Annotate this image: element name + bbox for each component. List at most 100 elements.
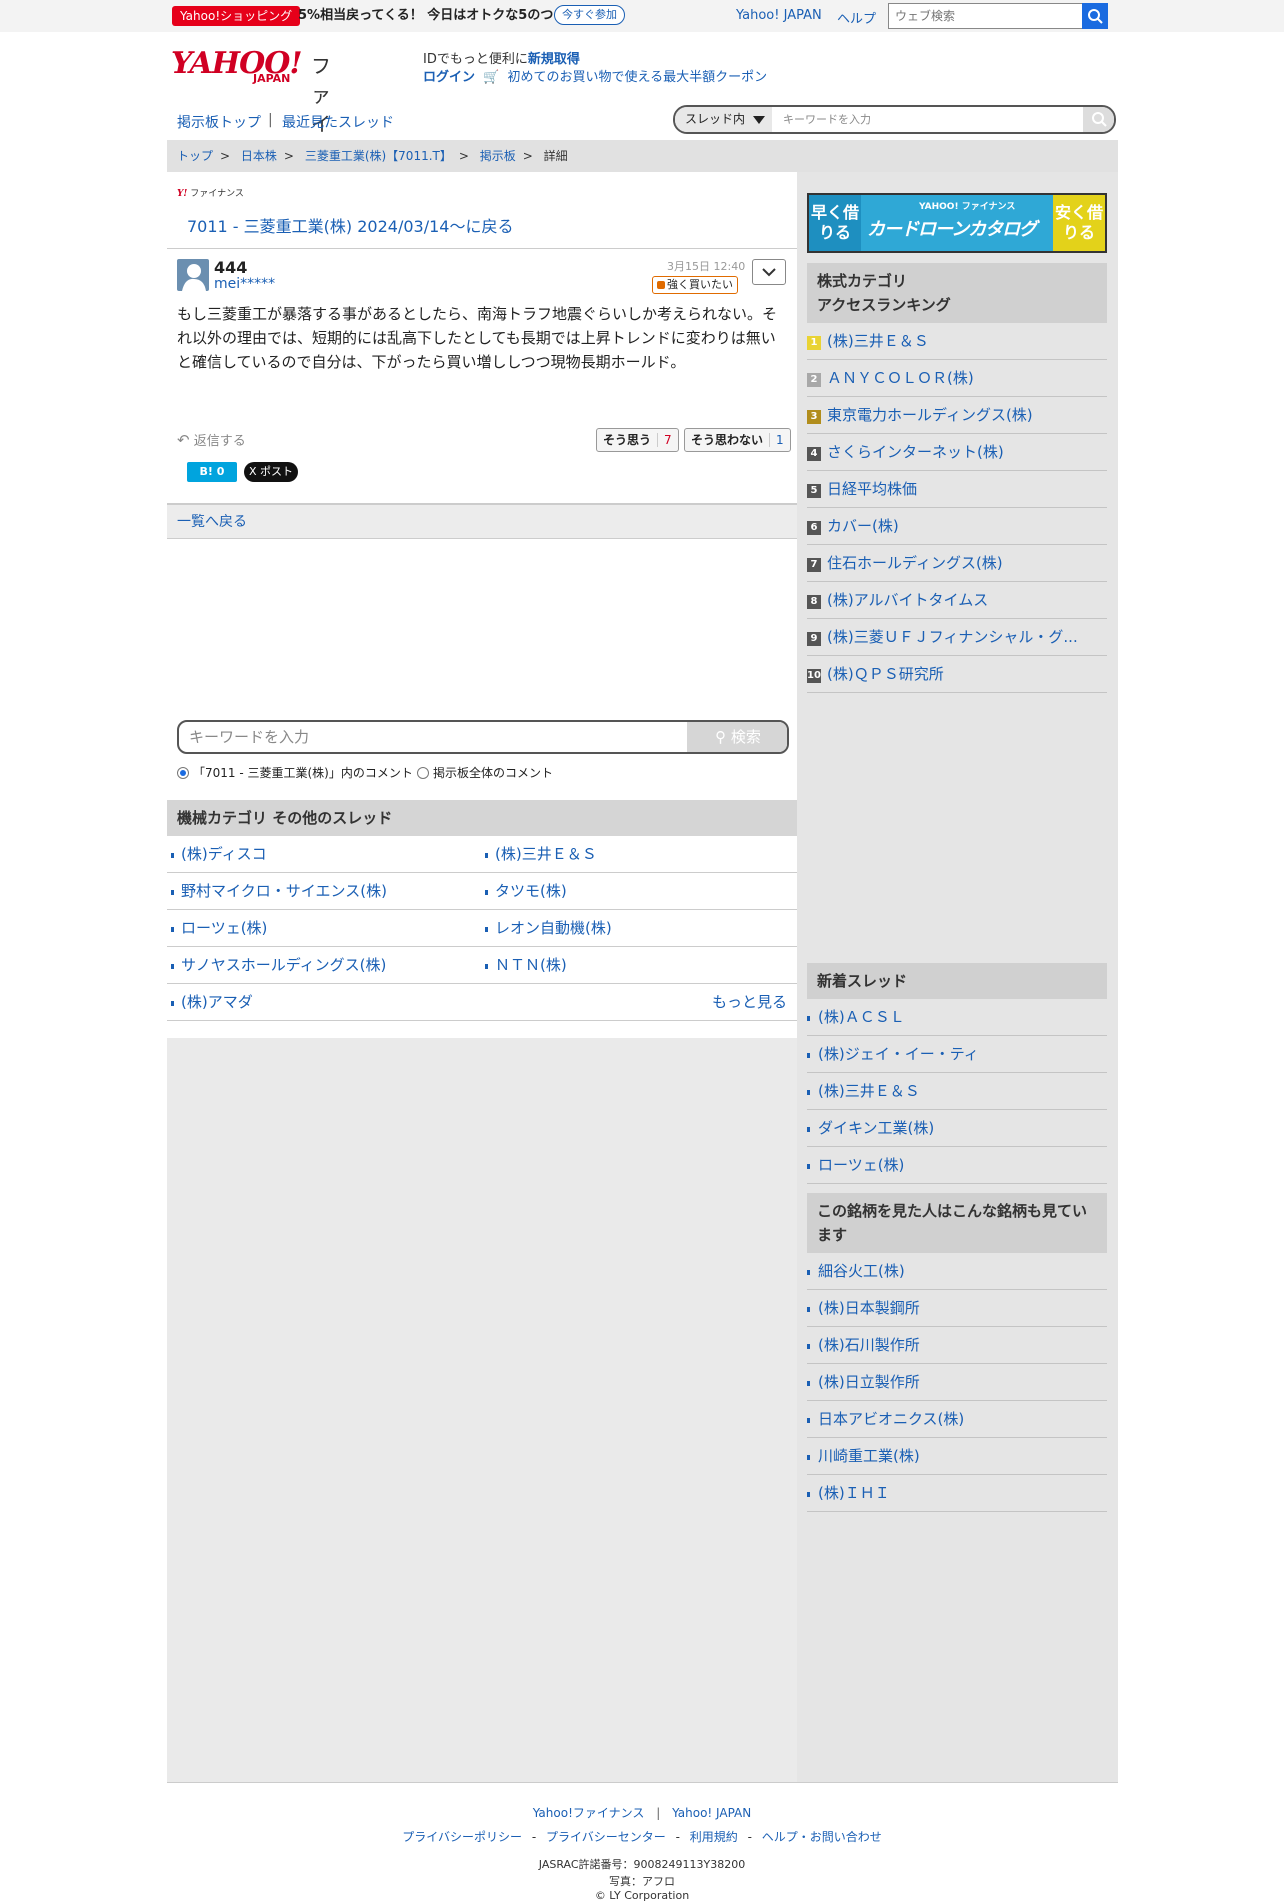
disagree-button[interactable]: そう思わない 1 (684, 428, 791, 452)
breadcrumb-japan-stocks[interactable]: 日本株 (241, 149, 277, 163)
list-item[interactable]: (株)ＩＨＩ (807, 1475, 1107, 1512)
list-item[interactable]: (株)日立製作所 (807, 1364, 1107, 1401)
list-item[interactable]: ＮＴＮ(株) (485, 947, 567, 983)
new-threads-list: (株)ＡＣＳＬ (株)ジェイ・イー・ティ (株)三井Ｅ＆Ｓ ダイキン工業(株) … (807, 999, 1107, 1184)
ranking-item[interactable]: 2 ＡＮＹＣＯＬＯＲ(株) (807, 360, 1107, 397)
list-row: ローツェ(株) レオン自動機(株) (167, 910, 797, 947)
keyword-search-button[interactable]: ⚲ 検索 (687, 722, 787, 752)
board-top-link[interactable]: 掲示板トップ (177, 112, 261, 132)
search-scope-select[interactable]: スレッド内 (675, 107, 772, 132)
list-row: サノヤスホールディングス(株) ＮＴＮ(株) (167, 947, 797, 984)
thread-search: スレッド内 キーワードを入力 (673, 105, 1116, 134)
breadcrumb-stock[interactable]: 三菱重工業(株)【7011.T】 (305, 149, 452, 163)
avatar[interactable] (177, 259, 209, 291)
radio-thread-comments[interactable]: 「7011 - 三菱重工業(株)」内のコメント (177, 764, 413, 781)
shopping-badge[interactable]: Yahoo!ショッピング (172, 6, 301, 26)
list-item[interactable]: (株)三井Ｅ＆Ｓ (807, 1073, 1107, 1110)
login-link[interactable]: ログイン (423, 70, 475, 85)
keyword-search-input[interactable]: キーワードを入力 (189, 722, 309, 752)
yahoo-finance-logo[interactable]: YAHOO! JAPAN ファイナンス (171, 46, 331, 223)
chevron-down-icon (762, 268, 776, 277)
recent-threads-link[interactable]: 最近見たスレッド (282, 112, 394, 132)
register-link[interactable]: 新規取得 (528, 52, 580, 67)
post-menu-button[interactable] (752, 259, 786, 285)
list-item[interactable]: 日本アビオニクス(株) (807, 1401, 1107, 1438)
breadcrumb-sep: > (458, 149, 469, 163)
search-icon (1092, 112, 1107, 127)
list-item[interactable]: タツモ(株) (485, 873, 567, 909)
list-item[interactable]: (株)ＡＣＳＬ (807, 999, 1107, 1036)
list-item[interactable]: (株)日本製鋼所 (807, 1290, 1107, 1327)
reply-button[interactable]: ↶ 返信する (177, 430, 246, 449)
ranking-item[interactable]: 6 カバー(株) (807, 508, 1107, 545)
help-link[interactable]: ヘルプ (837, 8, 876, 27)
radio-board-comments[interactable]: 掲示板全体のコメント (417, 764, 553, 781)
keyword-search: キーワードを入力 ⚲ 検索 (177, 720, 789, 754)
radio-selected[interactable] (177, 767, 189, 779)
list-item[interactable]: (株)ディスコ (171, 836, 267, 872)
list-row: 野村マイクロ・サイエンス(株) タツモ(株) (167, 873, 797, 910)
ranking-item[interactable]: 5 日経平均株価 (807, 471, 1107, 508)
list-item[interactable]: (株)アマダ (171, 984, 253, 1020)
help-contact-link[interactable]: ヘルプ・お問い合わせ (762, 1830, 882, 1844)
thread-search-button[interactable] (1083, 107, 1114, 132)
more-link[interactable]: もっと見る (712, 984, 787, 1020)
list-item[interactable]: (株)ジェイ・イー・ティ (807, 1036, 1107, 1073)
ranking-item[interactable]: 8 (株)アルバイトタイムス (807, 582, 1107, 619)
agree-button[interactable]: そう思う 7 (596, 428, 679, 452)
terms-link[interactable]: 利用規約 (690, 1830, 738, 1844)
ranking-heading: 株式カテゴリ アクセスランキング (807, 263, 1107, 323)
list-item[interactable]: 川崎重工業(株) (807, 1438, 1107, 1475)
search-scope-label: スレッド内 (685, 112, 746, 126)
ranking-item[interactable]: 4 さくらインターネット(株) (807, 434, 1107, 471)
x-share-button[interactable]: X ポスト (244, 462, 298, 482)
post-username[interactable]: mei***** (214, 276, 275, 292)
breadcrumb-top[interactable]: トップ (177, 149, 213, 163)
join-now-button[interactable]: 今すぐ参加 (554, 5, 625, 25)
breadcrumb-board[interactable]: 掲示板 (480, 149, 516, 163)
list-item[interactable]: ダイキン工業(株) (807, 1110, 1107, 1147)
privacy-policy-link[interactable]: プライバシーポリシー (402, 1830, 522, 1844)
list-item[interactable]: レオン自動機(株) (485, 910, 612, 946)
promo-text[interactable]: 5%相当戻ってくる！ 今日はオトクな5のつく日 (298, 6, 579, 26)
coupon-link[interactable]: 初めてのお買い物で使える最大半額クーポン (507, 70, 767, 85)
hatena-bookmark-button[interactable]: B! 0 (187, 462, 237, 482)
ad-right-badge: 安く借りる (1053, 195, 1105, 251)
list-item[interactable]: サノヤスホールディングス(株) (171, 947, 386, 983)
footer-finance-link[interactable]: Yahoo!ファイナンス (533, 1806, 645, 1820)
footer-dash: - (531, 1830, 537, 1844)
web-search-button[interactable] (1082, 3, 1108, 29)
radio-unselected[interactable] (417, 767, 429, 779)
web-search-input[interactable] (888, 3, 1108, 29)
list-item[interactable]: ローツェ(株) (807, 1147, 1107, 1184)
id-promo-text: IDでもっと便利に (423, 52, 528, 67)
ad-title: カードローンカタログ (867, 219, 1037, 240)
ranking-item[interactable]: 7 住石ホールディングス(株) (807, 545, 1107, 582)
search-icon: ⚲ (715, 728, 727, 746)
back-to-list-link[interactable]: 一覧へ戻る (177, 514, 247, 530)
footer-yj-link[interactable]: Yahoo! JAPAN (672, 1806, 751, 1820)
list-item[interactable]: ローツェ(株) (171, 910, 267, 946)
card-loan-ad-banner[interactable]: 早く借りる YAHOO! ファイナンス カードローンカタログ 安く借りる (807, 193, 1107, 253)
yahoo-japan-link[interactable]: Yahoo! JAPAN (736, 8, 822, 23)
list-item[interactable]: 細谷火工(株) (807, 1253, 1107, 1290)
ad-left-badge: 早く借りる (809, 195, 861, 251)
post-date: 3月15日 12:40 (667, 260, 746, 273)
ad-subtitle: YAHOO! ファイナンス (919, 202, 1016, 212)
sentiment-dot-icon (657, 281, 665, 289)
ranking-list: 1 (株)三井Ｅ＆Ｓ 2 ＡＮＹＣＯＬＯＲ(株) 3 東京電力ホールディングス(株) … (807, 323, 1107, 693)
ranking-item[interactable]: 1 (株)三井Ｅ＆Ｓ (807, 323, 1107, 360)
list-item[interactable]: (株)石川製作所 (807, 1327, 1107, 1364)
reply-arrow-icon: ↶ (177, 431, 190, 449)
thread-title-link[interactable]: 7011 - 三菱重工業(株) 2024/03/14〜に戻る (187, 213, 513, 237)
ranking-item[interactable]: 10 (株)ＱＰＳ研究所 (807, 656, 1107, 693)
back-to-list-bar: 一覧へ戻る (167, 503, 797, 539)
search-icon (1088, 9, 1103, 24)
thread-search-input[interactable]: キーワードを入力 (783, 107, 871, 132)
ranking-item[interactable]: 3 東京電力ホールディングス(株) (807, 397, 1107, 434)
list-item[interactable]: 野村マイクロ・サイエンス(株) (171, 873, 387, 909)
triangle-down-icon (753, 116, 765, 124)
privacy-center-link[interactable]: プライバシーセンター (546, 1830, 666, 1844)
list-item[interactable]: (株)三井Ｅ＆Ｓ (485, 836, 597, 872)
ranking-item[interactable]: 9 (株)三菱ＵＦＪフィナンシャル・グ... (807, 619, 1107, 656)
